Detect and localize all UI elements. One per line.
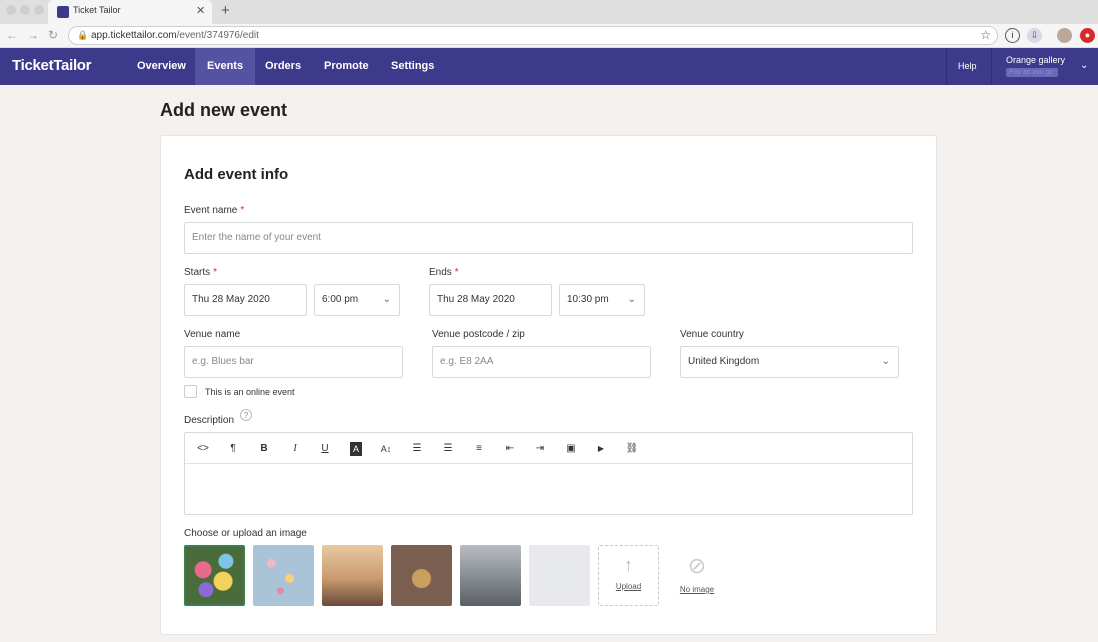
page-title: Add new event: [160, 100, 288, 120]
nav-overview[interactable]: Overview: [125, 48, 198, 85]
image-thumbnail-blank[interactable]: [529, 545, 590, 606]
image-thumbnail-bokeh[interactable]: [184, 545, 245, 606]
window-minimize-icon[interactable]: [20, 5, 30, 15]
help-link[interactable]: Help: [958, 48, 977, 85]
start-date-input[interactable]: Thu 28 May 2020: [184, 284, 307, 316]
venue-postcode-label: Venue postcode / zip: [432, 329, 525, 340]
venue-postcode-input[interactable]: e.g. E8 2AA: [432, 346, 651, 378]
video-icon[interactable]: ▶: [591, 442, 611, 456]
account-plan-badge: Pay as you go: [1006, 68, 1058, 77]
image-chooser-label: Choose or upload an image: [184, 528, 307, 539]
text-color-icon[interactable]: A: [350, 442, 362, 456]
underline-icon[interactable]: U: [315, 442, 335, 456]
nav-events[interactable]: Events: [195, 48, 256, 85]
nav-promote[interactable]: Promote: [312, 48, 381, 85]
section-title: Add event info: [184, 166, 289, 183]
image-thumbnail-concert[interactable]: [322, 545, 383, 606]
window-maximize-icon[interactable]: [34, 5, 44, 15]
url-text: app.tickettailor.com/event/374976/edit: [91, 30, 259, 41]
browser-tab-bar: Ticket Tailor ✕ +: [0, 0, 1098, 24]
venue-name-input[interactable]: e.g. Blues bar: [184, 346, 403, 378]
editor-toolbar: <> ¶ B I U A A↕ ☰ ☰ ≡ ⇤ ⇥ ▣ ▶ ⛓: [185, 433, 912, 464]
tab-close-icon[interactable]: ✕: [196, 4, 205, 17]
end-date-input[interactable]: Thu 28 May 2020: [429, 284, 552, 316]
online-event-label[interactable]: This is an online event: [205, 387, 295, 397]
nav-settings[interactable]: Settings: [379, 48, 446, 85]
start-time-select[interactable]: 6:00 pm ⌄: [314, 284, 400, 316]
align-icon[interactable]: ≡: [469, 442, 489, 456]
address-bar[interactable]: 🔒 app.tickettailor.com/event/374976/edit…: [68, 26, 998, 45]
upload-arrow-icon: ↑: [624, 555, 633, 575]
address-toolbar: ← → ↻ 🔒 app.tickettailor.com/event/37497…: [0, 24, 1098, 48]
description-editor[interactable]: <> ¶ B I U A A↕ ☰ ☰ ≡ ⇤ ⇥ ▣ ▶ ⛓: [184, 432, 913, 515]
app-header: TicketTailor Overview Events Orders Prom…: [0, 48, 1098, 85]
extension-download-icon[interactable]: ⇩: [1027, 28, 1042, 43]
code-view-icon[interactable]: <>: [193, 442, 213, 456]
lock-icon: 🔒: [77, 30, 89, 40]
no-image-icon: ⊘: [687, 553, 707, 578]
nav-orders[interactable]: Orders: [253, 48, 313, 85]
image-thumbnail-confetti[interactable]: [253, 545, 314, 606]
account-name: Orange gallery: [1006, 55, 1066, 65]
upload-link[interactable]: Upload: [599, 582, 658, 591]
favicon-icon: [57, 6, 69, 18]
online-event-checkbox[interactable]: [184, 385, 197, 398]
forward-icon[interactable]: →: [27, 28, 39, 42]
paragraph-icon[interactable]: ¶: [223, 442, 243, 456]
venue-name-label: Venue name: [184, 329, 241, 340]
bold-icon[interactable]: B: [254, 442, 274, 456]
image-icon[interactable]: ▣: [561, 442, 581, 456]
profile-avatar[interactable]: [1057, 28, 1072, 43]
extension-info-icon[interactable]: i: [1005, 28, 1020, 43]
back-icon[interactable]: ←: [6, 28, 18, 42]
description-label: Description: [184, 415, 235, 426]
ends-label: Ends *: [429, 267, 459, 278]
venue-country-label: Venue country: [680, 329, 744, 340]
no-image-option[interactable]: ⊘ No image: [672, 553, 722, 594]
tab-title: Ticket Tailor: [73, 5, 121, 15]
ticket-tailor-logo[interactable]: TicketTailor: [12, 57, 92, 74]
header-divider: [946, 48, 947, 85]
image-thumbnail-crowd[interactable]: [460, 545, 521, 606]
chevron-down-icon: ⌄: [881, 356, 890, 367]
account-menu[interactable]: Orange gallery Pay as you go: [1006, 55, 1065, 77]
font-size-icon[interactable]: A↕: [376, 442, 396, 456]
numbered-list-icon[interactable]: ☰: [438, 442, 458, 456]
event-name-label: Event name *: [184, 205, 245, 216]
extension-red-icon[interactable]: ●: [1080, 28, 1095, 43]
event-name-input[interactable]: Enter the name of your event: [184, 222, 913, 254]
browser-tab[interactable]: Ticket Tailor ✕: [48, 0, 212, 24]
chevron-down-icon: ⌄: [382, 294, 391, 305]
indent-icon[interactable]: ⇥: [530, 442, 550, 456]
bullet-list-icon[interactable]: ☰: [407, 442, 427, 456]
outdent-icon[interactable]: ⇤: [500, 442, 520, 456]
image-thumbnail-star[interactable]: [391, 545, 452, 606]
window-close-icon[interactable]: [6, 5, 16, 15]
account-chevron-down-icon[interactable]: ⌄: [1080, 60, 1088, 71]
upload-image-button[interactable]: ↑ Upload: [598, 545, 659, 606]
help-question-icon[interactable]: ?: [240, 409, 252, 421]
venue-country-select[interactable]: United Kingdom ⌄: [680, 346, 899, 378]
reload-icon[interactable]: ↻: [48, 28, 58, 42]
chevron-down-icon: ⌄: [627, 294, 636, 305]
no-image-link[interactable]: No image: [672, 585, 722, 594]
italic-icon[interactable]: I: [285, 442, 305, 456]
end-time-select[interactable]: 10:30 pm ⌄: [559, 284, 645, 316]
new-tab-icon[interactable]: +: [221, 2, 230, 19]
link-icon[interactable]: ⛓: [622, 442, 642, 456]
bookmark-star-icon[interactable]: ☆: [980, 28, 991, 42]
starts-label: Starts *: [184, 267, 218, 278]
header-divider: [991, 48, 992, 85]
